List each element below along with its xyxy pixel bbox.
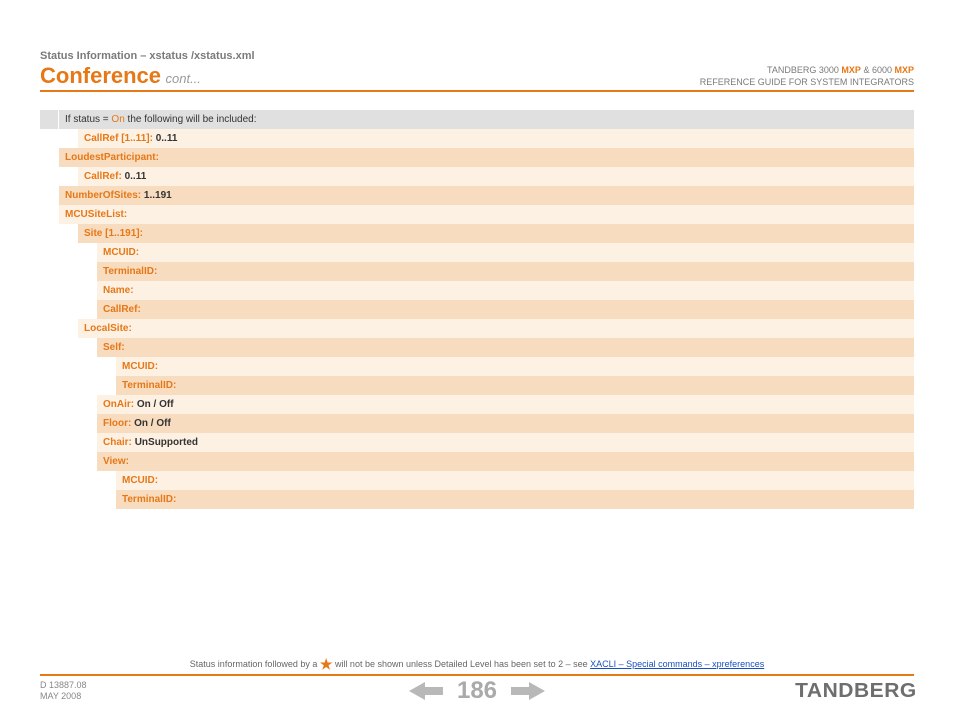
page-number: 186 (457, 677, 497, 705)
brand-logo: TANDBERG (795, 680, 917, 703)
row-view: View: (40, 452, 914, 471)
title-row: Conference cont... TANDBERG 3000 MXP & 6… (40, 64, 914, 92)
row-numberofsites: NumberOfSites: 1..191 (40, 186, 914, 205)
row-callref: CallRef [1..11]: 0..11 (40, 129, 914, 148)
doc-series: TANDBERG 3000 MXP & 6000 MXP REFERENCE G… (700, 64, 914, 88)
row-view-mcuid: MCUID: (40, 471, 914, 490)
key: MCUID: (103, 247, 139, 258)
val: 0..11 (125, 171, 147, 182)
val: On / Off (134, 418, 171, 429)
key: TerminalID: (103, 266, 157, 277)
series-mid: & 6000 (861, 65, 892, 75)
key: NumberOfSites: (65, 190, 141, 201)
row-onair: OnAir: On / Off (40, 395, 914, 414)
key: LoudestParticipant: (65, 152, 159, 163)
key: Floor: (103, 418, 131, 429)
val: UnSupported (135, 437, 198, 448)
series-sub: REFERENCE GUIDE FOR SYSTEM INTEGRATORS (700, 77, 914, 87)
key: Self: (103, 342, 125, 353)
series-pre: TANDBERG 3000 (767, 65, 839, 75)
star-icon: ★ (320, 656, 333, 672)
key: LocalSite: (84, 323, 132, 334)
text: If status = (65, 114, 111, 125)
row-floor: Floor: On / Off (40, 414, 914, 433)
key: Site [1..191]: (84, 228, 143, 239)
doc-meta: D 13887.08 MAY 2008 (40, 680, 87, 703)
doc-id: D 13887.08 (40, 680, 87, 690)
row-site-name: Name: (40, 281, 914, 300)
series-mxp: MXP (841, 65, 861, 75)
row-self-mcuid: MCUID: (40, 357, 914, 376)
row-status-on: If status = On the following will be inc… (40, 110, 914, 129)
text: the following will be included: (125, 114, 257, 125)
series-mxp2: MXP (894, 65, 914, 75)
val: 0..11 (156, 133, 178, 144)
key: Name: (103, 285, 134, 296)
row-site-callref: CallRef: (40, 300, 914, 319)
key: TerminalID: (122, 380, 176, 391)
key: TerminalID: (122, 494, 176, 505)
footnote-link[interactable]: XACLI – Special commands – xpreferences (590, 659, 764, 669)
row-mcusitelist: MCUSiteList: (40, 205, 914, 224)
footnote-pre: Status information followed by a (190, 659, 320, 669)
doc-date: MAY 2008 (40, 691, 81, 701)
footnote: Status information followed by a ★ will … (40, 654, 914, 676)
key: MCUID: (122, 361, 158, 372)
row-site: Site [1..191]: (40, 224, 914, 243)
row-self: Self: (40, 338, 914, 357)
row-chair: Chair: UnSupported (40, 433, 914, 452)
row-self-terminalid: TerminalID: (40, 376, 914, 395)
page-title-cont: cont... (166, 71, 201, 86)
row-site-terminalid: TerminalID: (40, 262, 914, 281)
row-localsite: LocalSite: (40, 319, 914, 338)
page-title: Conference (40, 63, 161, 88)
key: OnAir: (103, 399, 134, 410)
key: MCUID: (122, 475, 158, 486)
key: MCUSiteList: (65, 209, 127, 220)
footer: Status information followed by a ★ will … (40, 654, 914, 703)
status-table: If status = On the following will be inc… (40, 110, 914, 509)
val: 1..191 (144, 190, 172, 201)
row-site-mcuid: MCUID: (40, 243, 914, 262)
key: CallRef: (103, 304, 141, 315)
row-loudest-participant: LoudestParticipant: (40, 148, 914, 167)
key: CallRef: (84, 171, 122, 182)
pager: 186 (409, 677, 545, 705)
key: Chair: (103, 437, 132, 448)
footnote-post: will not be shown unless Detailed Level … (332, 659, 590, 669)
val: On / Off (137, 399, 174, 410)
row-lp-callref: CallRef: 0..11 (40, 167, 914, 186)
on-word: On (111, 114, 124, 125)
next-page-icon[interactable] (511, 682, 545, 700)
key: CallRef [1..11]: (84, 133, 153, 144)
breadcrumb: Status Information – xstatus /xstatus.xm… (40, 50, 914, 62)
prev-page-icon[interactable] (409, 682, 443, 700)
row-view-terminalid: TerminalID: (40, 490, 914, 509)
key: View: (103, 456, 129, 467)
